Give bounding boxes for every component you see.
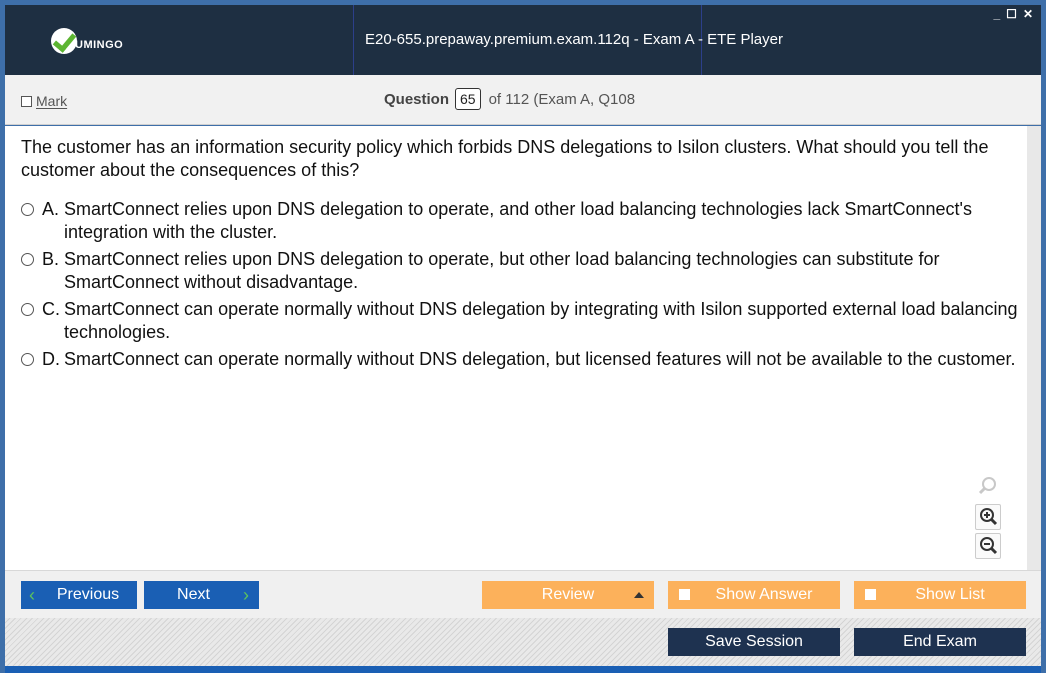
maximize-icon[interactable]: ☐	[1006, 7, 1017, 21]
question-counter: Question 65 of 112 (Exam A, Q108	[384, 88, 635, 110]
previous-button[interactable]: ‹ Previous	[21, 581, 137, 609]
show-list-label: Show List	[915, 586, 985, 603]
question-number-input[interactable]: 65	[455, 88, 481, 110]
option-d[interactable]: D. SmartConnect can operate normally wit…	[21, 348, 1021, 371]
question-label: Question	[384, 90, 450, 108]
mark-label: Mark	[36, 93, 68, 109]
previous-label: Previous	[56, 586, 120, 603]
show-list-button[interactable]: Show List	[854, 581, 1026, 609]
question-header: Mark Question 65 of 112 (Exam A, Q108	[5, 75, 1041, 125]
radio-button[interactable]	[21, 203, 34, 216]
checkbox-icon[interactable]	[679, 589, 690, 600]
option-c[interactable]: C. SmartConnect can operate normally wit…	[21, 298, 1021, 344]
next-label: Next	[177, 586, 210, 603]
end-exam-button[interactable]: End Exam	[854, 628, 1026, 656]
option-text: SmartConnect can operate normally withou…	[64, 299, 1018, 342]
save-session-button[interactable]: Save Session	[668, 628, 840, 656]
option-text: SmartConnect relies upon DNS delegation …	[64, 199, 972, 242]
radio-button[interactable]	[21, 253, 34, 266]
logo: UMINGO	[51, 25, 123, 57]
checkbox-icon[interactable]	[21, 95, 32, 107]
review-button[interactable]: Review	[482, 581, 654, 609]
option-letter: D.	[42, 349, 60, 369]
bottom-accent-line	[5, 666, 1041, 673]
minimize-icon[interactable]: _	[993, 7, 1000, 21]
close-icon[interactable]: ✕	[1023, 7, 1033, 21]
checkmark-icon	[51, 28, 77, 54]
window-controls: _ ☐ ✕	[993, 7, 1033, 21]
option-letter: A.	[42, 199, 60, 219]
logo-text: UMINGO	[75, 39, 124, 51]
scrollbar[interactable]	[1027, 126, 1041, 570]
title-bar: UMINGO E20-655.prepaway.premium.exam.112…	[5, 5, 1041, 75]
zoom-out-icon[interactable]	[975, 533, 1001, 559]
option-text: SmartConnect can operate normally withou…	[64, 349, 1016, 369]
radio-button[interactable]	[21, 303, 34, 316]
title-divider	[353, 5, 354, 75]
app-window: UMINGO E20-655.prepaway.premium.exam.112…	[0, 0, 1046, 673]
window-title: E20-655.prepaway.premium.exam.112q - Exa…	[365, 31, 783, 48]
zoom-in-icon[interactable]	[975, 504, 1001, 530]
triangle-up-icon	[634, 592, 644, 598]
show-answer-button[interactable]: Show Answer	[668, 581, 840, 609]
review-label: Review	[541, 586, 595, 603]
next-button[interactable]: Next ›	[144, 581, 259, 609]
option-b[interactable]: B. SmartConnect relies upon DNS delegati…	[21, 248, 1021, 294]
chevron-left-icon: ‹	[29, 585, 35, 605]
chevron-right-icon: ›	[243, 585, 249, 605]
show-answer-label: Show Answer	[715, 586, 813, 603]
question-content: The customer has an information security…	[5, 126, 1027, 570]
option-letter: C.	[42, 299, 60, 319]
question-text: The customer has an information security…	[21, 137, 989, 180]
option-a[interactable]: A. SmartConnect relies upon DNS delegati…	[21, 198, 1021, 244]
mark-checkbox[interactable]: Mark	[21, 93, 67, 109]
magnifier-icon	[975, 473, 1001, 499]
question-total: of 112 (Exam A, Q108	[488, 90, 636, 108]
option-text: SmartConnect relies upon DNS delegation …	[64, 249, 940, 292]
footer-bar: Save Session End Exam	[5, 618, 1041, 666]
navigation-bar: ‹ Previous Next › Review Show Answer Sho…	[5, 570, 1041, 618]
radio-button[interactable]	[21, 353, 34, 366]
checkbox-icon[interactable]	[865, 589, 876, 600]
option-letter: B.	[42, 249, 60, 269]
